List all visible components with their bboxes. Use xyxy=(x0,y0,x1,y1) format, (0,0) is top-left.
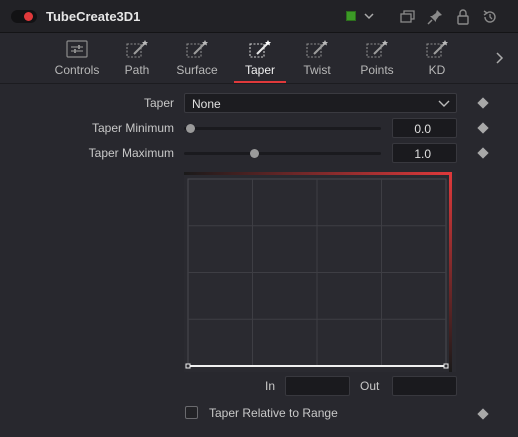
twist-wand-icon xyxy=(306,40,328,58)
active-tab-indicator xyxy=(234,81,286,83)
controls-sliders-icon xyxy=(66,40,88,58)
tab-bar: Controls Path Surface Taper Twist Points… xyxy=(0,33,518,84)
out-input[interactable] xyxy=(392,376,457,396)
in-input[interactable] xyxy=(285,376,350,396)
taper-relative-checkbox[interactable] xyxy=(185,406,198,419)
tab-label: Points xyxy=(360,63,394,77)
taper-maximum-value: 1.0 xyxy=(414,147,431,161)
tab-label: Path xyxy=(124,63,150,77)
taper-selected-value: None xyxy=(192,97,221,111)
pin-icon[interactable] xyxy=(426,8,444,26)
tab-path[interactable]: Path xyxy=(117,33,157,84)
curve-right-gradient xyxy=(449,172,452,372)
tab-kd[interactable]: KD xyxy=(419,33,455,84)
chevron-down-icon xyxy=(438,100,450,107)
taper-minimum-value: 0.0 xyxy=(414,122,431,136)
inspector-header: TubeCreate3D1 xyxy=(0,0,518,33)
taper-curve-editor[interactable] xyxy=(184,172,456,372)
in-label: In xyxy=(265,379,276,393)
taper-wand-icon xyxy=(249,40,271,58)
taper-maximum-slider-thumb[interactable] xyxy=(249,149,259,158)
curve-top-gradient xyxy=(184,172,452,175)
taper-minimum-input[interactable]: 0.0 xyxy=(392,118,457,138)
tab-label: Surface xyxy=(176,63,218,77)
tab-points[interactable]: Points xyxy=(353,33,401,84)
tab-taper[interactable]: Taper xyxy=(234,33,286,84)
curve-point-start[interactable] xyxy=(185,363,191,369)
path-wand-icon xyxy=(126,40,148,58)
taper-maximum-slider[interactable] xyxy=(184,149,381,158)
taper-minimum-keyframe-icon[interactable] xyxy=(477,122,489,134)
tab-label: KD xyxy=(428,63,446,77)
taper-label: Taper xyxy=(143,96,174,110)
surface-wand-icon xyxy=(186,40,208,58)
taper-maximum-input[interactable]: 1.0 xyxy=(392,143,457,163)
tab-controls[interactable]: Controls xyxy=(52,33,102,84)
taper-relative-label: Taper Relative to Range xyxy=(209,406,338,420)
node-color-swatch[interactable] xyxy=(346,11,356,21)
kd-wand-icon xyxy=(426,40,448,58)
points-wand-icon xyxy=(366,40,388,58)
lock-icon[interactable] xyxy=(454,8,472,26)
taper-relative-keyframe-icon[interactable] xyxy=(477,408,489,420)
tab-label: Twist xyxy=(303,63,331,77)
tab-twist[interactable]: Twist xyxy=(297,33,337,84)
tabs-scroll-right-icon[interactable] xyxy=(494,51,504,65)
taper-maximum-keyframe-icon[interactable] xyxy=(477,147,489,159)
taper-dropdown[interactable]: None xyxy=(184,93,457,113)
window-restore-icon[interactable] xyxy=(398,8,416,26)
taper-minimum-slider-thumb[interactable] xyxy=(186,124,195,133)
color-chevron-icon[interactable] xyxy=(363,9,375,23)
curve-graph xyxy=(184,172,456,372)
taper-keyframe-icon[interactable] xyxy=(477,97,489,109)
node-toggle-switch[interactable] xyxy=(11,10,37,23)
taper-minimum-label: Taper Minimum xyxy=(91,121,174,135)
tab-surface[interactable]: Surface xyxy=(172,33,222,84)
enabled-dot-icon xyxy=(24,12,33,21)
taper-minimum-slider[interactable] xyxy=(184,124,381,133)
out-label: Out xyxy=(360,379,380,393)
tab-label: Controls xyxy=(54,63,100,77)
taper-maximum-label: Taper Maximum xyxy=(88,146,174,160)
curve-point-end[interactable] xyxy=(443,363,449,369)
tab-label: Taper xyxy=(244,63,276,77)
reset-icon[interactable] xyxy=(481,8,499,26)
node-title: TubeCreate3D1 xyxy=(46,9,141,24)
